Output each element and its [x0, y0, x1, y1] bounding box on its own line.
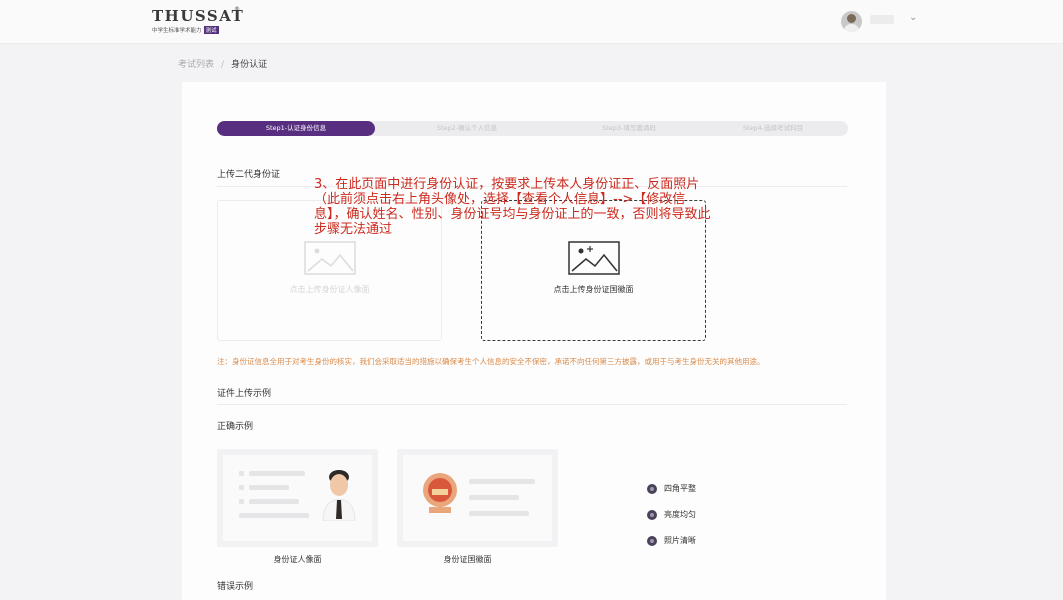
breadcrumb-exam-list[interactable]: 考试列表 [178, 60, 214, 70]
breadcrumb-separator: / [221, 60, 225, 70]
sample-back-caption: 身份证国徽面 [443, 555, 492, 564]
check-item: 照片清晰 [647, 535, 696, 546]
correct-example-label: 正确示例 [217, 422, 254, 432]
sample-id-front [217, 449, 378, 547]
sample-id-back-inner [403, 455, 552, 541]
upload-back-caption: 点击上传身份证国徽面 [553, 285, 634, 294]
user-avatar[interactable] [841, 11, 862, 32]
emblem-icon [423, 473, 457, 513]
check-bullet-icon [647, 483, 657, 494]
sample-line [239, 513, 309, 518]
breadcrumb-current: 身份认证 [231, 60, 268, 70]
username-blurred[interactable] [870, 15, 894, 24]
logo-registered-mark: ® [234, 6, 240, 13]
check-item: 亮度均匀 [647, 509, 696, 520]
check-item: 四角平整 [647, 483, 696, 494]
privacy-notice: 注：身份证信息全用于对考生身份的核实，我们会采取适当的措施以确保考生个人信息的安… [217, 357, 765, 366]
logo-title: THUSSAT [152, 7, 245, 25]
step-3: Step3-填写邀请码 [602, 124, 656, 132]
logo-badge: 测试 [203, 26, 219, 34]
sample-line [469, 495, 519, 500]
divider [217, 404, 847, 405]
portrait-icon [322, 470, 356, 521]
sample-line [249, 499, 299, 504]
sample-id-back [397, 449, 558, 547]
logo-subtitle: 中学生标准学术能力 [152, 28, 202, 34]
sample-mark [239, 499, 244, 504]
sample-line [469, 479, 535, 484]
check-label: 亮度均匀 [664, 510, 696, 519]
step-4: Step4-选择考试科目 [742, 124, 804, 132]
image-placeholder-icon [568, 241, 620, 275]
sample-mark [239, 485, 244, 490]
step-2: Step2-确认个人信息 [436, 124, 498, 132]
check-label: 照片清晰 [664, 536, 696, 545]
upload-front-caption: 点击上传身份证人像面 [289, 285, 370, 294]
upload-section-title: 上传二代身份证 [217, 170, 281, 180]
sample-id-front-inner [223, 455, 372, 541]
check-label: 四角平整 [664, 484, 696, 493]
avatar-body [844, 24, 859, 32]
top-bar: THUSSAT ® 中学生标准学术能力 测试 ⌄ [0, 0, 1063, 44]
wrong-example-label: 错误示例 [217, 582, 254, 592]
logo-subtitle-row: 中学生标准学术能力 测试 [152, 26, 240, 34]
check-bullet-icon [647, 535, 657, 546]
chevron-down-icon[interactable]: ⌄ [909, 12, 917, 23]
example-section-title: 证件上传示例 [217, 389, 272, 399]
instruction-annotation: 3、在此页面中进行身份认证，按要求上传本人身份证正、反面照片（此前须点击右上角头… [314, 177, 711, 237]
step-1: Step1-认证身份信息 [217, 121, 375, 136]
image-placeholder-icon [304, 241, 356, 275]
sample-front-caption: 身份证人像面 [273, 555, 322, 564]
sample-line [249, 485, 289, 490]
breadcrumb: 考试列表 / 身份认证 [178, 57, 267, 70]
sample-line [249, 471, 305, 476]
step-progress: Step1-认证身份信息 Step2-确认个人信息 Step3-填写邀请码 St… [217, 121, 848, 136]
sample-line [469, 511, 529, 516]
sample-mark [239, 471, 244, 476]
thussat-logo[interactable]: THUSSAT ® 中学生标准学术能力 测试 [152, 6, 245, 38]
check-bullet-icon [647, 509, 657, 520]
avatar-head [847, 14, 856, 23]
